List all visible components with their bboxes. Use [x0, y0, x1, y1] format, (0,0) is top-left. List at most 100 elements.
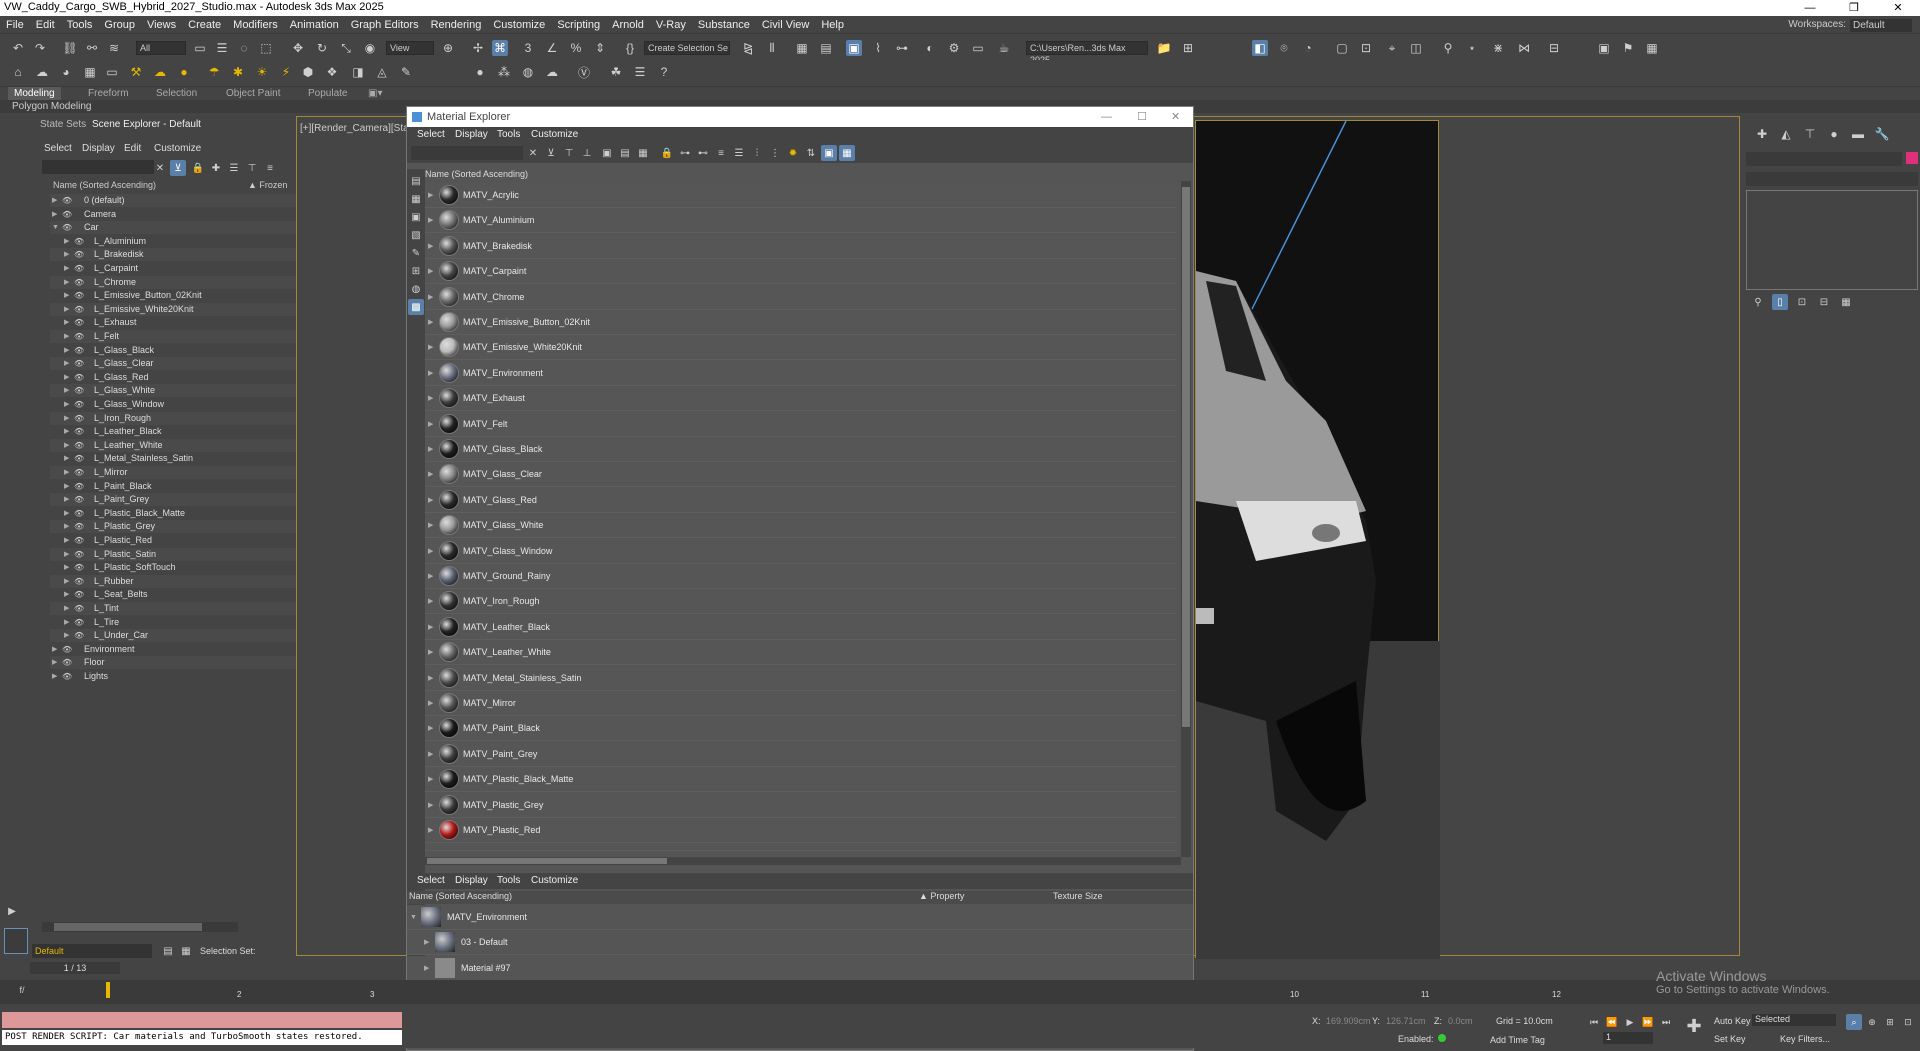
filter-toggle-icon[interactable]: ⊻ — [170, 160, 186, 176]
mirror-icon[interactable]: ⧎ — [740, 40, 756, 56]
expand-arrow-icon[interactable]: ▶ — [52, 194, 57, 207]
expand-arrow-icon[interactable]: ▶ — [428, 488, 433, 513]
expand-arrow-icon[interactable]: ▶ — [64, 466, 69, 479]
mat-menu-customize[interactable]: Customize — [531, 129, 578, 140]
material-row[interactable]: ▶ MATV_Emissive_Button_02Knit — [425, 310, 1177, 335]
scene-tree-row[interactable]: ▶ 👁 L_Tint — [50, 602, 322, 615]
mat-display-c-icon[interactable]: ▦ — [635, 145, 651, 161]
mat-layer-a-icon[interactable]: ≡ — [713, 145, 729, 161]
material-column-header[interactable]: Name (Sorted Ascending) — [425, 169, 1181, 181]
sun-icon[interactable]: ☀ — [254, 64, 270, 80]
scene-tree-row[interactable]: ▶ 👁 L_Seat_Belts — [50, 588, 322, 601]
visibility-eye-icon[interactable]: 👁 — [74, 330, 84, 343]
visibility-eye-icon[interactable]: 👁 — [74, 384, 84, 397]
key-filters-button[interactable]: Key Filters... — [1780, 1034, 1830, 1044]
visibility-eye-icon[interactable]: 👁 — [74, 398, 84, 411]
modifier-stack[interactable] — [1746, 190, 1918, 290]
expand-arrow-icon[interactable]: ▶ — [64, 398, 69, 411]
visibility-eye-icon[interactable]: 👁 — [62, 670, 72, 683]
active-shade-icon[interactable]: ◧ — [1252, 40, 1268, 56]
time-slider-handle[interactable] — [106, 982, 110, 998]
scene-tree-row[interactable]: ▶ 👁 L_Rubber — [50, 574, 322, 588]
expand-arrow-icon[interactable]: ▶ — [64, 507, 69, 520]
material-row[interactable]: ▶ MATV_Emissive_White20Knit — [425, 335, 1177, 361]
expand-arrow-icon[interactable]: ▶ — [64, 371, 69, 384]
material-row[interactable]: ▶ MATV_Felt — [425, 411, 1177, 437]
material-row[interactable]: ▶ MATV_Chrome — [425, 284, 1177, 310]
env-icon[interactable]: ◍ — [520, 64, 536, 80]
box-icon[interactable]: ▭ — [104, 64, 120, 80]
expand-arrow-icon[interactable]: ▶ — [428, 285, 433, 310]
window-crossing-icon[interactable]: ⬚ — [258, 40, 274, 56]
expand-arrow-icon[interactable]: ▶ — [64, 344, 69, 357]
expand-arrow-icon[interactable]: ▶ — [64, 425, 69, 438]
set-key-big-icon[interactable]: ✚ — [1686, 1016, 1702, 1036]
viewport-layout-button[interactable] — [4, 928, 28, 954]
expand-arrow-icon[interactable]: ▶ — [428, 208, 433, 233]
expand-arrow-icon[interactable]: ▶ — [64, 289, 69, 302]
plane-icon[interactable]: ◨ — [350, 64, 366, 80]
modifier-list-dropdown[interactable] — [1746, 172, 1918, 186]
mat-lock-icon[interactable]: 🔒 — [659, 145, 675, 161]
zoom-extents-icon[interactable]: ⊞ — [1882, 1014, 1898, 1030]
expand-arrow-icon[interactable]: ▶ — [64, 439, 69, 452]
visibility-eye-icon[interactable]: 👁 — [62, 643, 72, 656]
pin-stack-icon[interactable]: ⚲ — [1750, 294, 1766, 310]
expand-arrow-icon[interactable]: ▶ — [64, 235, 69, 248]
sphere-icon[interactable]: ● — [472, 64, 488, 80]
tool-c-icon[interactable]: ⊟ — [1546, 40, 1562, 56]
visibility-eye-icon[interactable]: 👁 — [74, 452, 84, 465]
bottom-tree-row[interactable]: ▶ Material #97 — [407, 955, 1193, 981]
scene-tree-row[interactable]: ▶ 👁 L_Exhaust — [50, 316, 322, 329]
scene-tree-row[interactable]: ▶ 👁 Floor — [50, 656, 322, 670]
scene-tree-row[interactable]: ▶ 👁 L_Metal_Stainless_Satin — [50, 452, 322, 465]
expand-arrow-icon[interactable]: ▶ — [428, 462, 433, 487]
material-row[interactable]: ▶ MATV_Glass_White — [425, 513, 1177, 539]
place-icon[interactable]: ◉ — [362, 40, 378, 56]
named-selection-dropdown[interactable]: Create Selection Se — [644, 41, 730, 55]
mat-side-c-icon[interactable]: ▣ — [408, 209, 424, 225]
visibility-eye-icon[interactable]: 👁 — [74, 561, 84, 574]
scene-tree-row[interactable]: ▶ 👁 L_Plastic_Red — [50, 534, 322, 547]
ribbon-tab-modeling[interactable]: Modeling — [8, 87, 61, 101]
utilities-tab-icon[interactable]: 🔧 — [1874, 126, 1890, 142]
material-row[interactable]: ▶ MATV_Aluminium — [425, 208, 1177, 234]
scene-tree-row[interactable]: ▶ 👁 L_Plastic_Satin — [50, 547, 322, 561]
chaos-icon[interactable]: ☘ — [608, 64, 624, 80]
visibility-eye-icon[interactable]: 👁 — [62, 194, 72, 207]
visibility-eye-icon[interactable]: 👁 — [74, 616, 84, 629]
scene-tree-row[interactable]: ▶ 👁 L_Paint_Grey — [50, 493, 322, 507]
menu-customize[interactable]: Customize — [487, 16, 551, 34]
mat-bottom-menu-tools[interactable]: Tools — [497, 875, 520, 886]
mat-display-a-icon[interactable]: ▣ — [599, 145, 615, 161]
visibility-eye-icon[interactable]: 👁 — [74, 248, 84, 261]
visibility-eye-icon[interactable]: 👁 — [74, 629, 84, 642]
motion-tab-icon[interactable]: ● — [1826, 126, 1842, 142]
sphere-light-icon[interactable]: ● — [176, 64, 192, 80]
material-row[interactable]: ▶ MATV_Environment — [425, 360, 1177, 386]
toggle-layer-explorer-icon[interactable]: ▤ — [818, 40, 834, 56]
mat-side-e-icon[interactable]: ✎ — [408, 245, 424, 261]
select-manipulate-icon[interactable]: ✢ — [470, 40, 486, 56]
menu-civil-view[interactable]: Civil View — [756, 16, 815, 34]
close-button[interactable]: ✕ — [1876, 0, 1920, 16]
mat-bottom-menu-customize[interactable]: Customize — [531, 875, 578, 886]
scene-tree-row[interactable]: ▶ 👁 L_Plastic_Black_Matte — [50, 507, 322, 520]
material-row[interactable]: ▶ MATV_Glass_Clear — [425, 462, 1177, 488]
mat-layer-c-icon[interactable]: ⫶ — [749, 145, 765, 161]
menu-vray[interactable]: V-Ray — [650, 16, 692, 34]
expand-arrow-icon[interactable]: ▶ — [428, 310, 433, 335]
mat-close-button[interactable]: ✕ — [1171, 107, 1180, 127]
expand-arrow-icon[interactable]: ▶ — [428, 793, 433, 818]
material-explorer-titlebar[interactable]: Material Explorer — ☐ ✕ — [407, 107, 1193, 127]
selection-filter-dropdown[interactable]: All — [136, 41, 186, 55]
new-layer-icon[interactable]: ✚ — [208, 160, 224, 176]
visibility-eye-icon[interactable]: 👁 — [74, 575, 84, 588]
mat-clear-search-icon[interactable]: ✕ — [525, 145, 541, 161]
material-row[interactable]: ▶ MATV_Brakedisk — [425, 233, 1177, 259]
object-name-field[interactable] — [1746, 152, 1902, 166]
expand-arrow-icon[interactable]: ▶ — [428, 666, 433, 691]
material-row[interactable]: ▶ MATV_Leather_White — [425, 640, 1177, 666]
visibility-eye-icon[interactable]: 👁 — [62, 208, 72, 221]
visibility-eye-icon[interactable]: 👁 — [74, 344, 84, 357]
